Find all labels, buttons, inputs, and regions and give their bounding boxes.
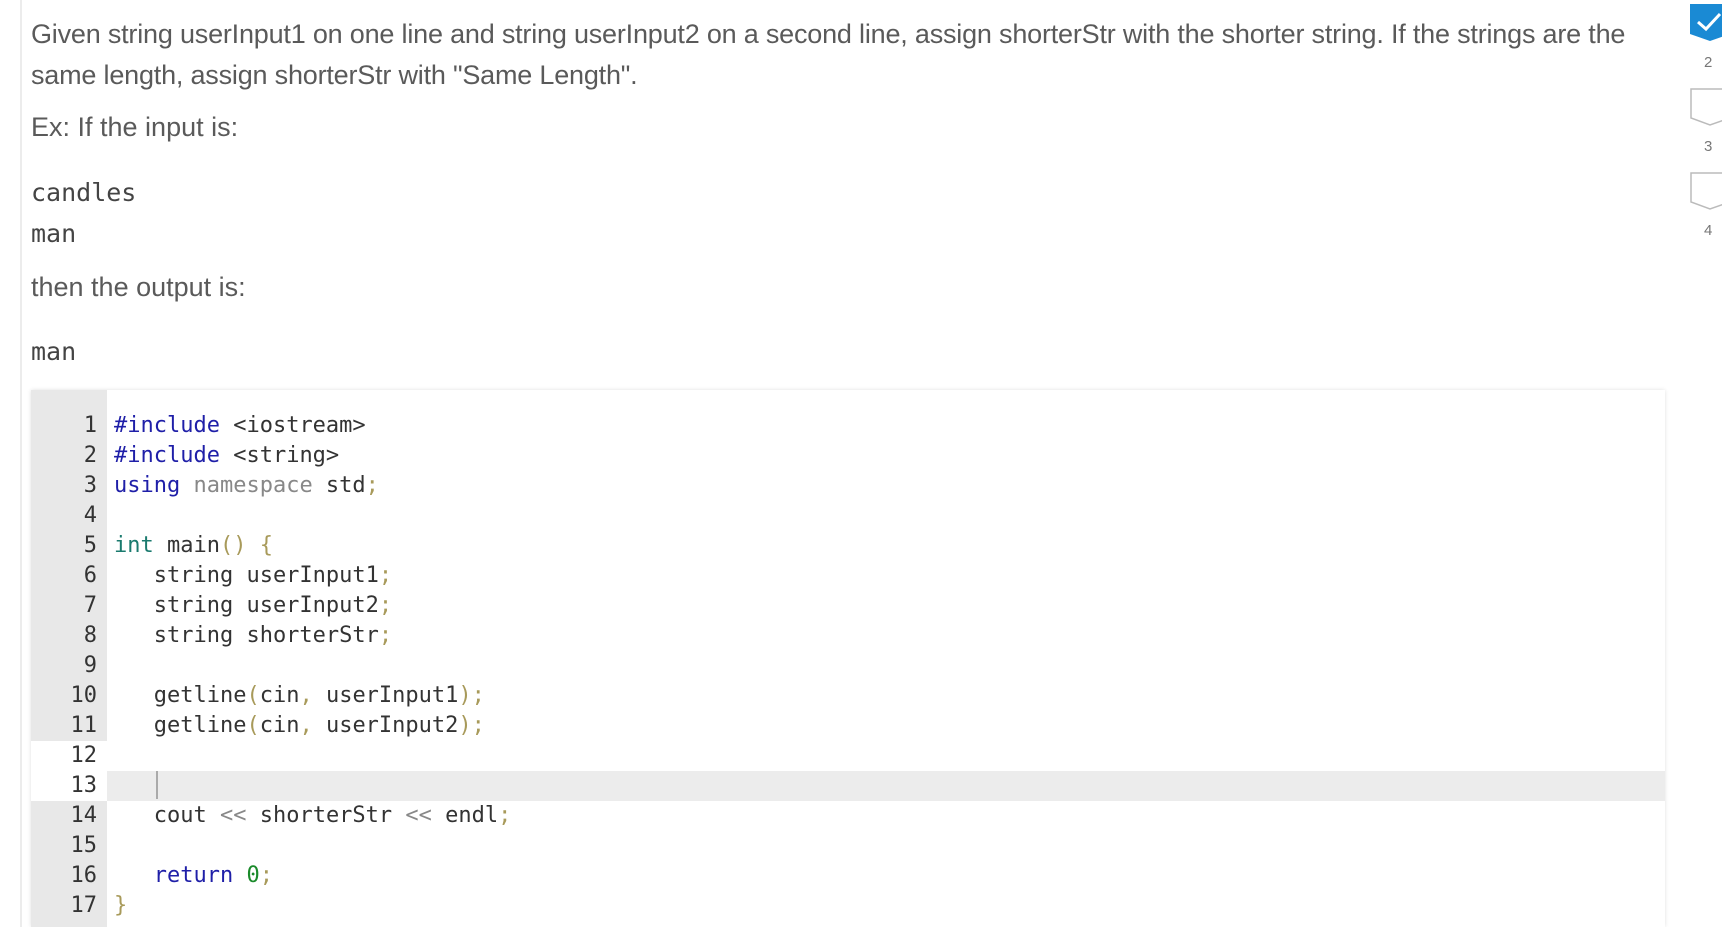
line-number: 2 xyxy=(83,443,97,468)
code-editor[interactable]: 1 #include <iostream> 2 #include <string> … xyxy=(31,390,1665,927)
text-cursor xyxy=(156,771,158,799)
code-token: using xyxy=(114,473,181,498)
line-number: 8 xyxy=(83,623,97,648)
code-line[interactable]: 8 string shorterStr; xyxy=(31,621,1665,651)
line-number: 9 xyxy=(83,653,97,678)
code-token: ( xyxy=(246,713,260,738)
code-token: ; xyxy=(378,623,393,648)
code-token: userInput1 xyxy=(312,683,459,708)
code-token: userInput2 xyxy=(312,713,459,738)
code-token: string shorterStr xyxy=(114,623,379,648)
line-number: 11 xyxy=(70,713,98,738)
code-line[interactable]: 6 string userInput1; xyxy=(31,561,1665,591)
code-token: main xyxy=(153,533,220,558)
code-line[interactable]: 10 getline(cin, userInput1); xyxy=(31,681,1665,711)
code-line[interactable]: 15 xyxy=(31,831,1665,861)
code-token: , xyxy=(299,683,313,708)
example-output-line: man xyxy=(31,337,77,366)
code-token: ; xyxy=(259,863,273,888)
line-number: 17 xyxy=(70,893,98,918)
code-line[interactable]: 17} xyxy=(31,891,1665,921)
code-token: ; xyxy=(471,713,485,738)
progress-label: 4 xyxy=(1704,222,1713,239)
code-token: string userInput1 xyxy=(114,563,379,588)
code-line[interactable]: 12 xyxy=(31,741,1665,771)
code-token: getline xyxy=(114,683,247,708)
output-label: then the output is: xyxy=(31,272,246,302)
code-line[interactable]: 9 xyxy=(31,651,1665,681)
code-line[interactable]: 5 int main() { xyxy=(31,531,1665,561)
code-token: , xyxy=(299,713,313,738)
code-token: ) xyxy=(458,713,472,738)
example-label: Ex: If the input is: xyxy=(31,112,239,142)
code-token: return xyxy=(114,863,234,888)
example-input-line: candles xyxy=(31,178,137,207)
progress-sidebar: 2 3 4 xyxy=(1690,0,1722,927)
progress-label: 2 xyxy=(1704,54,1713,71)
code-line[interactable]: 2 #include <string> xyxy=(31,441,1665,471)
code-token: int xyxy=(114,533,154,558)
code-token: namespace xyxy=(180,473,313,498)
empty-flag-icon xyxy=(1690,88,1722,126)
code-line[interactable]: 16 return 0; xyxy=(31,861,1665,891)
code-token: ; xyxy=(498,803,512,828)
code-token: ; xyxy=(365,473,379,498)
left-border xyxy=(20,0,22,927)
code-token: ( xyxy=(246,683,260,708)
code-token: #include xyxy=(114,413,220,438)
line-number: 6 xyxy=(83,563,97,588)
line-number-text: 12 xyxy=(70,743,98,768)
line-number: 16 xyxy=(70,863,98,888)
code-token: cin xyxy=(259,713,300,738)
line-number-text: 13 xyxy=(70,773,98,798)
line-number: 10 xyxy=(70,683,98,708)
line-number: 7 xyxy=(83,593,97,618)
line-number: 15 xyxy=(70,833,98,858)
code-token: #include xyxy=(114,443,220,468)
code-token: ) xyxy=(458,683,472,708)
code-token: <string> xyxy=(219,443,340,468)
code-token: 0 xyxy=(233,863,260,888)
code-token: endl xyxy=(431,803,499,828)
progress-flag-completed[interactable] xyxy=(1690,4,1722,41)
code-line[interactable]: 4 xyxy=(31,501,1665,531)
code-line-current[interactable]: 13 xyxy=(31,771,1665,801)
code-token: ; xyxy=(378,563,393,588)
code-token: { xyxy=(246,533,273,558)
line-number: 4 xyxy=(83,503,97,528)
code-token: ; xyxy=(471,683,485,708)
code-token: cin xyxy=(259,683,300,708)
progress-flag[interactable] xyxy=(1690,88,1722,126)
code-token: << xyxy=(405,803,432,828)
code-token: getline xyxy=(114,713,247,738)
code-line[interactable]: 1 #include <iostream> xyxy=(31,411,1665,441)
code-token: () xyxy=(219,533,247,558)
code-token: std xyxy=(312,473,366,498)
checkmark-flag-icon xyxy=(1690,4,1722,41)
line-number: 5 xyxy=(83,533,97,558)
line-number: 14 xyxy=(70,803,98,828)
line-number: 1 xyxy=(83,413,97,438)
code-token: } xyxy=(114,893,128,918)
code-token: string userInput2 xyxy=(114,593,379,618)
code-line[interactable]: 7 string userInput2; xyxy=(31,591,1665,621)
code-token: << xyxy=(219,803,247,828)
code-line[interactable]: 3 using namespace std; xyxy=(31,471,1665,501)
line-number: 13 xyxy=(31,771,107,801)
progress-flag[interactable] xyxy=(1690,172,1722,210)
code-token: cout xyxy=(114,803,220,828)
line-number: 3 xyxy=(83,473,97,498)
code-line[interactable]: 11 getline(cin, userInput2); xyxy=(31,711,1665,741)
empty-flag-icon xyxy=(1690,172,1722,210)
prompt-text: Given string userInput1 on one line and … xyxy=(31,19,1626,90)
code-token: ; xyxy=(378,593,393,618)
code-line[interactable]: 14 cout << shorterStr << endl; xyxy=(31,801,1665,831)
code-token: shorterStr xyxy=(246,803,406,828)
line-number: 12 xyxy=(31,741,107,771)
example-input-line: man xyxy=(31,219,77,248)
code-token: <iostream> xyxy=(219,413,366,438)
progress-label: 3 xyxy=(1704,138,1713,155)
